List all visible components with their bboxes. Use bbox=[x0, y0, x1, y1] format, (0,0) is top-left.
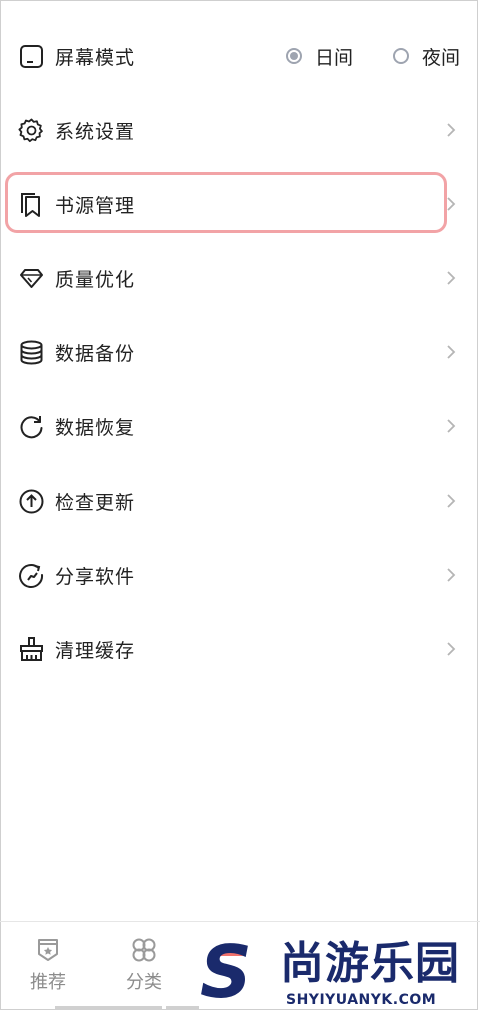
radio-night-label: 夜间 bbox=[421, 46, 460, 69]
watermark-logo: S 尚游乐园 SHYIYUANYK.COM bbox=[200, 930, 480, 1012]
refresh-icon bbox=[18, 413, 45, 440]
menu-label: 检查更新 bbox=[55, 491, 136, 514]
scroll-indicator bbox=[55, 1006, 162, 1010]
radio-night-circle[interactable] bbox=[392, 48, 409, 64]
menu-label: 清理缓存 bbox=[55, 639, 136, 662]
menu-item-share[interactable]: 分享软件 bbox=[0, 540, 480, 610]
database-icon bbox=[18, 339, 45, 366]
diamond-icon bbox=[18, 265, 45, 292]
menu-item-restore[interactable]: 数据恢复 bbox=[0, 391, 480, 461]
radio-day[interactable]: 日间 bbox=[285, 43, 353, 70]
chevron-right-icon bbox=[444, 566, 458, 584]
watermark-letter: S bbox=[200, 930, 252, 1014]
gear-icon bbox=[18, 117, 45, 144]
menu-item-check-update[interactable]: 检查更新 bbox=[0, 466, 480, 536]
bookmark-icon bbox=[18, 191, 45, 218]
grid-clover-icon bbox=[114, 935, 174, 965]
tab-category[interactable]: 分类 bbox=[114, 935, 174, 994]
chevron-right-icon bbox=[444, 417, 458, 435]
chevron-right-icon bbox=[444, 492, 458, 510]
screen-mode-label: 屏幕模式 bbox=[55, 46, 136, 69]
chevron-right-icon bbox=[444, 121, 458, 139]
menu-item-clear-cache[interactable]: 清理缓存 bbox=[0, 614, 480, 684]
screen-mode-options: 日间 夜间 bbox=[246, 43, 460, 70]
screen-mode-icon bbox=[18, 43, 45, 70]
chevron-right-icon bbox=[444, 640, 458, 658]
menu-label: 数据备份 bbox=[55, 342, 136, 365]
tab-recommend-label: 推荐 bbox=[30, 972, 66, 993]
scroll-indicator bbox=[166, 1006, 199, 1010]
tab-recommend[interactable]: 推荐 bbox=[18, 935, 78, 994]
watermark-subtitle: SHYIYUANYK.COM bbox=[286, 992, 437, 1008]
menu-item-book-source[interactable]: 书源管理 bbox=[0, 169, 480, 239]
menu-label: 系统设置 bbox=[55, 120, 136, 143]
radio-day-circle[interactable] bbox=[285, 48, 302, 64]
screen-mode-row: 屏幕模式 日间 夜间 bbox=[0, 21, 480, 91]
chevron-right-icon bbox=[444, 269, 458, 287]
menu-label: 质量优化 bbox=[55, 268, 136, 291]
badge-star-icon bbox=[18, 935, 78, 965]
menu-label: 数据恢复 bbox=[55, 416, 136, 439]
menu-label: 分享软件 bbox=[55, 565, 136, 588]
radio-day-label: 日间 bbox=[314, 46, 353, 69]
tab-category-label: 分类 bbox=[126, 972, 162, 993]
chevron-right-icon bbox=[444, 195, 458, 213]
arrow-up-circle-icon bbox=[18, 488, 45, 515]
chevron-right-icon bbox=[444, 343, 458, 361]
bottom-nav-divider bbox=[0, 921, 480, 922]
menu-label: 书源管理 bbox=[55, 194, 136, 217]
broom-icon bbox=[18, 636, 45, 663]
menu-item-backup[interactable]: 数据备份 bbox=[0, 317, 480, 387]
watermark-title: 尚游乐园 bbox=[280, 938, 460, 989]
radio-night[interactable]: 夜间 bbox=[392, 43, 460, 70]
share-icon bbox=[18, 562, 45, 589]
menu-item-system-settings[interactable]: 系统设置 bbox=[0, 95, 480, 165]
menu-item-quality[interactable]: 质量优化 bbox=[0, 243, 480, 313]
